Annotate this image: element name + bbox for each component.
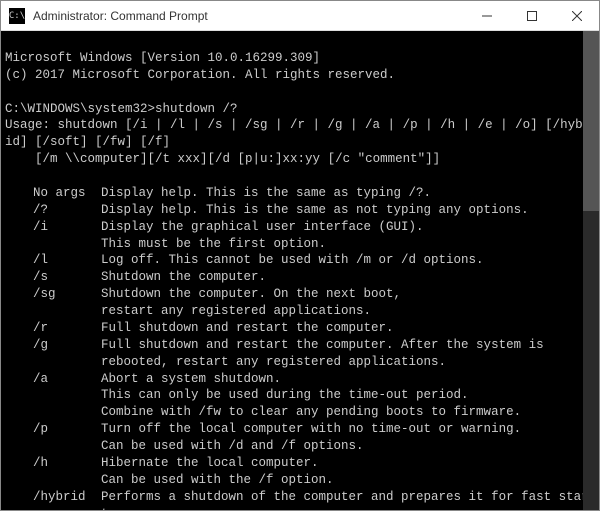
arg-name: /a [5,371,101,388]
command-text: shutdown /? [155,102,238,116]
arg-desc: Shutdown the computer. [101,269,595,286]
command-prompt-window: C:\ Administrator: Command Prompt Micros… [0,0,600,511]
arg-name: /p [5,421,101,438]
arg-row: /sShutdown the computer. [5,269,595,286]
arg-desc-cont: Can be used with /d and /f options. [5,438,595,455]
close-button[interactable] [554,1,599,31]
titlebar[interactable]: C:\ Administrator: Command Prompt [1,1,599,31]
arg-desc-cont: Combine with /fw to clear any pending bo… [5,404,595,421]
arguments-list: No argsDisplay help. This is the same as… [5,185,595,510]
arg-name: /l [5,252,101,269]
arg-row: /aAbort a system shutdown. [5,371,595,388]
arg-row: /sgShutdown the computer. On the next bo… [5,286,595,303]
arg-row: /pTurn off the local computer with no ti… [5,421,595,438]
maximize-icon [527,11,537,21]
arg-name: /h [5,455,101,472]
vertical-scrollbar[interactable] [583,31,599,510]
arg-desc-cont: restart any registered applications. [5,303,595,320]
arg-desc-cont: This can only be used during the time-ou… [5,387,595,404]
arg-desc: Display help. This is the same as not ty… [101,202,595,219]
arg-name: No args [5,185,101,202]
arg-desc-cont: rebooted, restart any registered applica… [5,354,595,371]
arg-name: /g [5,337,101,354]
arg-desc: Display the graphical user interface (GU… [101,219,595,236]
scrollbar-thumb[interactable] [583,31,599,211]
arg-desc-cont: Can be used with the /f option. [5,472,595,489]
arg-desc: Log off. This cannot be used with /m or … [101,252,595,269]
prompt-path: C:\WINDOWS\system32> [5,102,155,116]
version-line: Microsoft Windows [Version 10.0.16299.30… [5,51,320,65]
arg-desc: Performs a shutdown of the computer and … [101,489,595,510]
arg-row: No argsDisplay help. This is the same as… [5,185,595,202]
minimize-button[interactable] [464,1,509,31]
arg-desc-cont: This must be the first option. [5,236,595,253]
arg-row: /rFull shutdown and restart the computer… [5,320,595,337]
arg-desc: Shutdown the computer. On the next boot, [101,286,595,303]
arg-row: /?Display help. This is the same as not … [5,202,595,219]
arg-name: /s [5,269,101,286]
arg-desc: Hibernate the local computer. [101,455,595,472]
arg-row: /lLog off. This cannot be used with /m o… [5,252,595,269]
arg-desc: Full shutdown and restart the computer. [101,320,595,337]
arg-name: /i [5,219,101,236]
minimize-icon [482,11,492,21]
terminal-output[interactable]: Microsoft Windows [Version 10.0.16299.30… [1,31,599,510]
arg-row: /hHibernate the local computer. [5,455,595,472]
arg-name: /? [5,202,101,219]
usage-line-1: Usage: shutdown [/i | /l | /s | /sg | /r… [5,118,590,149]
arg-name: /sg [5,286,101,303]
close-icon [572,11,582,21]
arg-desc: Full shutdown and restart the computer. … [101,337,595,354]
arg-desc: Turn off the local computer with no time… [101,421,595,438]
copyright-line: (c) 2017 Microsoft Corporation. All righ… [5,68,395,82]
window-controls [464,1,599,31]
arg-row: /iDisplay the graphical user interface (… [5,219,595,236]
arg-row: /hybridPerforms a shutdown of the comput… [5,489,595,510]
usage-line-2: [/m \\computer][/t xxx][/d [p|u:]xx:yy [… [5,152,440,166]
window-title: Administrator: Command Prompt [33,9,464,23]
arg-desc: Abort a system shutdown. [101,371,595,388]
cmd-icon: C:\ [9,8,25,24]
maximize-button[interactable] [509,1,554,31]
arg-name: /r [5,320,101,337]
arg-name: /hybrid [5,489,101,510]
arg-desc: Display help. This is the same as typing… [101,185,595,202]
arg-row: /gFull shutdown and restart the computer… [5,337,595,354]
